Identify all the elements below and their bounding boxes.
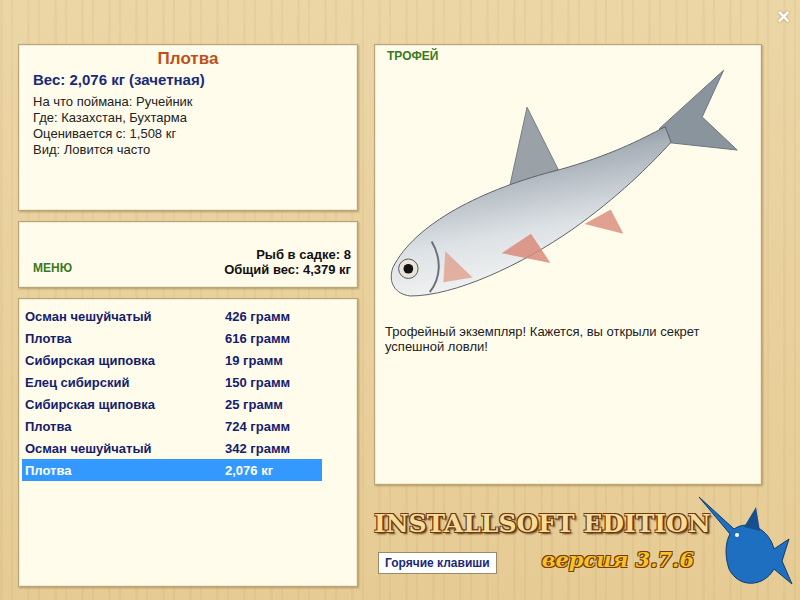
catch-weight: 342 грамм [225, 441, 290, 456]
fish-detail: На что поймана: Ручейник [33, 94, 347, 110]
cage-info: Рыб в садке: 8Общий вес: 4,379 кг [224, 247, 351, 277]
fish-detail: Вид: Ловится часто [33, 142, 347, 158]
catch-row[interactable]: Сибирская щиповка25 грамм [22, 393, 322, 415]
catch-name: Сибирская щиповка [25, 353, 225, 368]
right-column: ТРОФЕЙ Трофейный экземпляр! Кажется, вы о… [374, 44, 794, 600]
catch-weight: 25 грамм [225, 397, 283, 412]
fish-name: Плотва [29, 49, 347, 69]
catch-weight: 724 грамм [225, 419, 290, 434]
catch-name: Осман чешуйчатый [25, 441, 225, 456]
catch-name: Осман чешуйчатый [25, 309, 225, 324]
logo-row: Горячие клавиши версия 3.7.6 [374, 544, 694, 574]
logo: INSTALLSOFT EDITION Горячие клавиши версия… [374, 485, 694, 574]
catch-row[interactable]: Сибирская щиповка19 грамм [22, 349, 322, 371]
left-column: Плотва Вес: 2,076 кг (зачетная) На что пой… [18, 44, 358, 600]
menu-panel: МЕНЮ Рыб в садке: 8Общий вес: 4,379 кг [18, 221, 358, 288]
catch-row[interactable]: Осман чешуйчатый426 грамм [22, 305, 322, 327]
menu-button[interactable]: МЕНЮ [33, 261, 72, 277]
catch-weight: 2,076 кг [225, 463, 273, 478]
catch-row[interactable]: Елец сибирский150 грамм [22, 371, 322, 393]
catch-weight: 426 грамм [225, 309, 290, 324]
fish-info-panel: Плотва Вес: 2,076 кг (зачетная) На что пой… [18, 44, 358, 211]
cage-total: Общий вес: 4,379 кг [224, 262, 351, 277]
marlin-icon [694, 489, 794, 594]
catch-name: Плотва [25, 419, 225, 434]
catch-weight: 19 грамм [225, 353, 283, 368]
fish-weight: Вес: 2,076 кг (зачетная) [33, 71, 347, 88]
roach-fish-icon [385, 65, 745, 310]
hotkeys-button[interactable]: Горячие клавиши [378, 552, 497, 574]
catch-name: Елец сибирский [25, 375, 225, 390]
close-button[interactable]: × [777, 6, 790, 28]
trophy-panel: ТРОФЕЙ Трофейный экземпляр! Кажется, вы о… [374, 44, 762, 485]
fish-info-window: × Плотва Вес: 2,076 кг (зачетная) На что по… [0, 0, 800, 600]
catch-row[interactable]: Осман чешуйчатый342 грамм [22, 437, 322, 459]
version-label: версия 3.7.6 [542, 547, 694, 572]
catch-name: Плотва [25, 463, 225, 478]
catch-name: Плотва [25, 331, 225, 346]
trophy-badge: ТРОФЕЙ [387, 49, 751, 63]
logo-title: INSTALLSOFT EDITION [374, 509, 694, 538]
cage-count: Рыб в садке: 8 [224, 247, 351, 262]
catch-weight: 150 грамм [225, 375, 290, 390]
catch-list: Осман чешуйчатый426 граммПлотва616 грамм… [18, 298, 358, 587]
catch-weight: 616 грамм [225, 331, 290, 346]
catch-name: Сибирская щиповка [25, 397, 225, 412]
catch-row[interactable]: Плотва2,076 кг [22, 459, 322, 481]
fish-detail: Где: Казахстан, Бухтарма [33, 110, 347, 126]
trophy-message: Трофейный экземпляр! Кажется, вы открыли… [385, 324, 751, 354]
fish-detail: Оценивается с: 1,508 кг [33, 126, 347, 142]
catch-row[interactable]: Плотва616 грамм [22, 327, 322, 349]
catch-row[interactable]: Плотва724 грамм [22, 415, 322, 437]
footer: INSTALLSOFT EDITION Горячие клавиши версия… [374, 485, 794, 600]
